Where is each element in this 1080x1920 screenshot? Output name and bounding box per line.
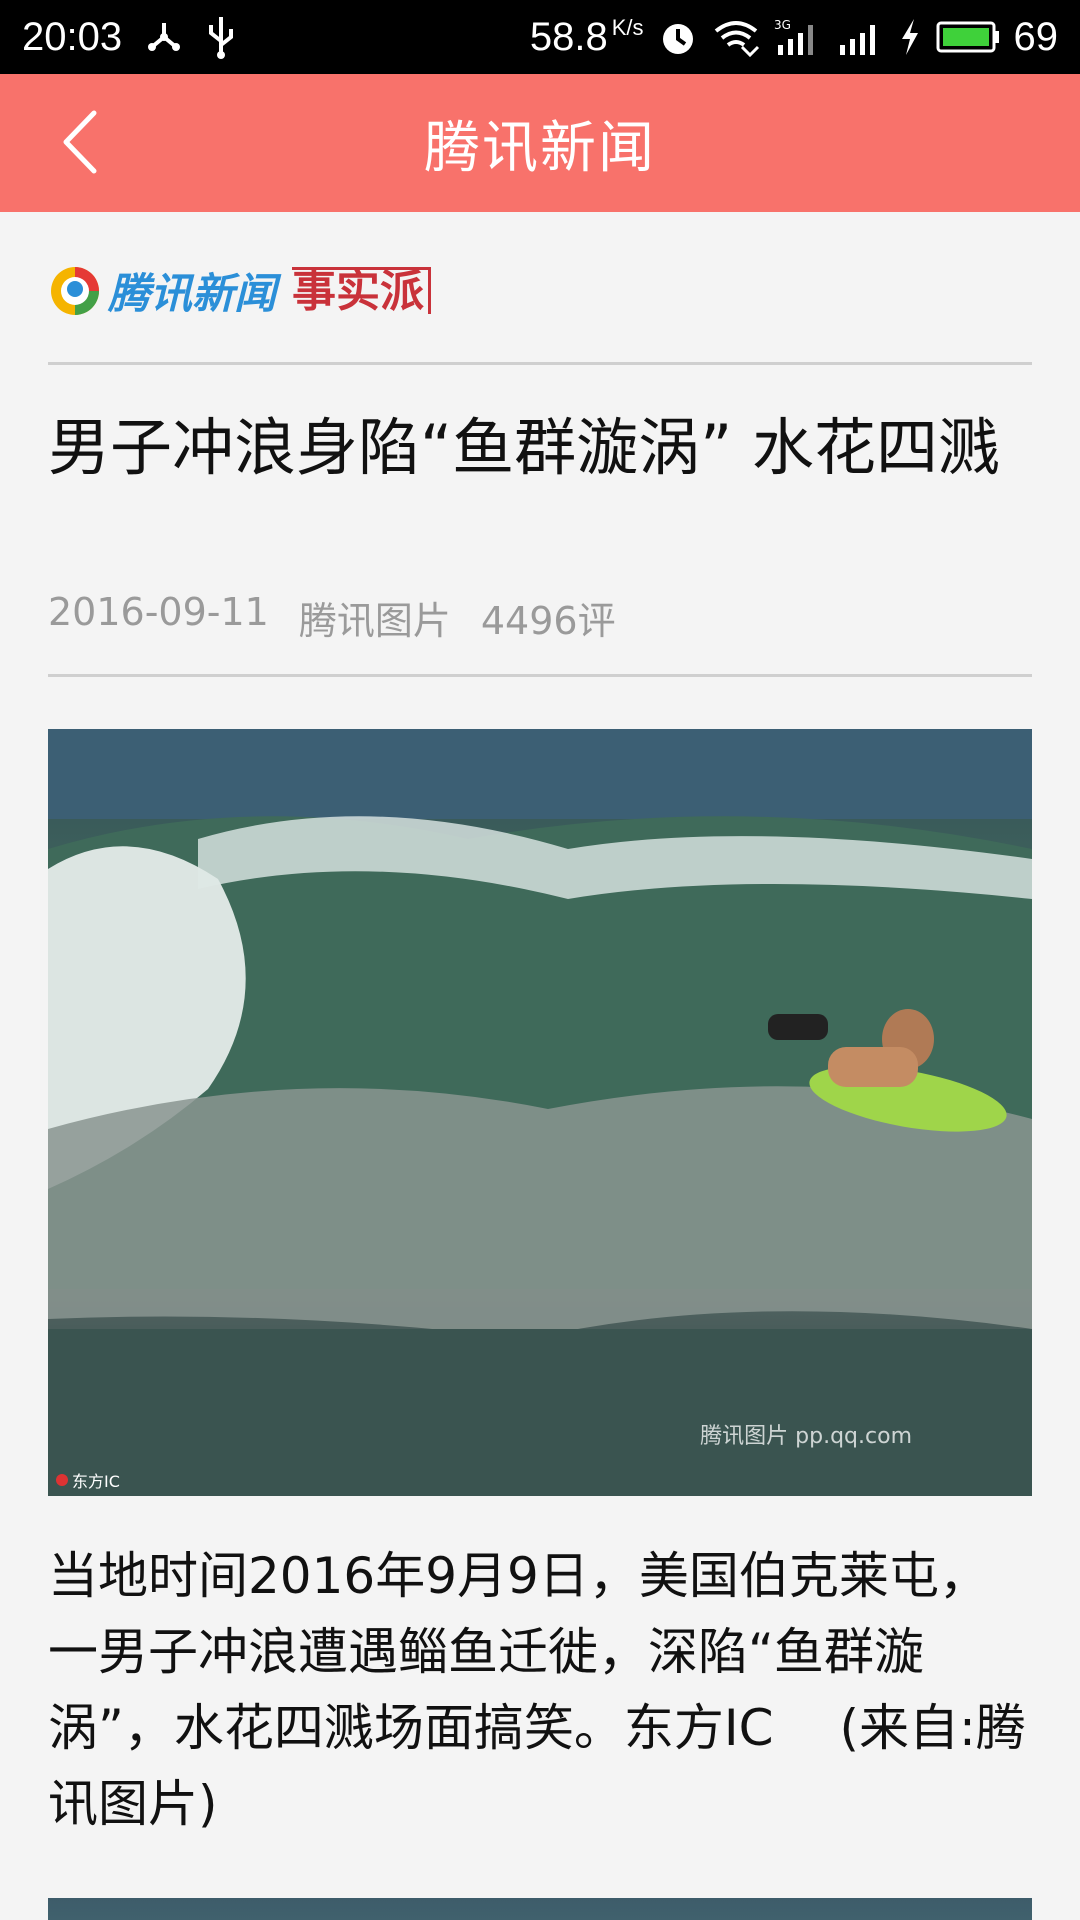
camera-icon (56, 1474, 68, 1486)
article-content: 腾讯新闻 事实派 男子冲浪身陷“鱼群漩涡” 水花四溅 2016-09-11 腾讯… (0, 212, 1080, 1920)
divider (48, 674, 1032, 677)
status-time: 20:03 (22, 14, 123, 59)
svg-text:3G: 3G (774, 18, 791, 32)
app-bar: 腾讯新闻 (0, 74, 1080, 212)
charging-icon (898, 17, 922, 57)
alarm-icon (658, 17, 698, 57)
article-date: 2016-09-11 (48, 590, 269, 634)
article-meta: 2016-09-11 腾讯图片 4496评 (48, 590, 616, 645)
battery-level: 69 (1013, 14, 1059, 59)
photo-credit-right: 腾讯图片 pp.qq.com (700, 1424, 912, 1449)
next-article-photo[interactable] (48, 1898, 1032, 1920)
tencent-news-logo-icon (48, 264, 102, 318)
divider (48, 362, 1032, 365)
brand-name: 腾讯新闻 (108, 269, 277, 318)
brand-header: 腾讯新闻 事实派 (48, 260, 432, 321)
status-bar: 20:03 58.8 K/s 3G 69 (0, 0, 1080, 74)
usb-icon (206, 15, 236, 59)
app-title: 腾讯新闻 (424, 115, 656, 181)
battery-icon (936, 19, 1000, 55)
article-photo[interactable]: 东方IC 腾讯图片 pp.qq.com (48, 729, 1032, 1496)
signal-icon (836, 17, 884, 57)
brand-sub: 事实派 (292, 267, 432, 314)
photo-credit-left: 东方IC (56, 1468, 120, 1492)
article-headline: 男子冲浪身陷“鱼群漩涡” 水花四溅 (48, 411, 1000, 484)
wifi-icon (712, 17, 760, 57)
back-button[interactable] (40, 104, 120, 184)
article-source[interactable]: 腾讯图片 (299, 590, 451, 645)
usb-debug-icon (144, 17, 184, 57)
surf-scene-illustration (48, 729, 1032, 1496)
comment-count[interactable]: 4496评 (481, 590, 616, 645)
network-speed: 58.8 K/s (529, 14, 644, 59)
signal-3g-icon: 3G (774, 17, 822, 57)
chevron-left-icon (60, 109, 100, 179)
article-caption: 当地时间2016年9月9日，美国伯克莱屯，一男子冲浪遭遇鲻鱼迁徙，深陷“鱼群漩涡… (48, 1547, 1026, 1833)
